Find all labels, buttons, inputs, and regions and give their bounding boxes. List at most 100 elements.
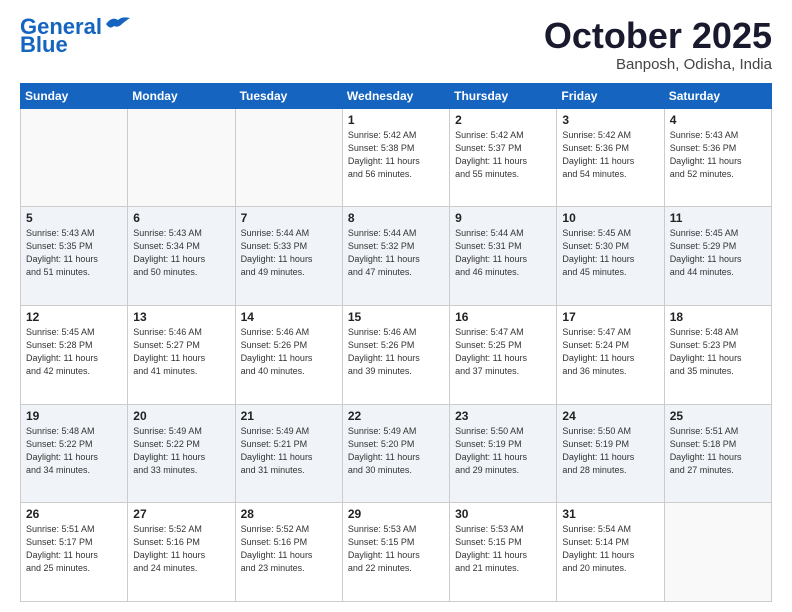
location: Banposh, Odisha, India (544, 56, 772, 73)
weekday-thursday: Thursday (450, 83, 557, 108)
day-details: Sunrise: 5:49 AM Sunset: 5:20 PM Dayligh… (348, 425, 444, 477)
month-title: October 2025 (544, 16, 772, 56)
day-number: 18 (670, 310, 766, 324)
day-details: Sunrise: 5:43 AM Sunset: 5:36 PM Dayligh… (670, 129, 766, 181)
day-cell-4: 4 Sunrise: 5:43 AM Sunset: 5:36 PM Daylig… (664, 108, 771, 207)
day-cell-10: 10 Sunrise: 5:45 AM Sunset: 5:30 PM Dayli… (557, 207, 664, 306)
day-cell-20: 20Sunrise: 5:49 AM Sunset: 5:22 PM Dayli… (128, 404, 235, 503)
day-number: 9 (455, 211, 551, 225)
day-cell-21: 21 Sunrise: 5:49 AM Sunset: 5:21 PM Dayli… (235, 404, 342, 503)
day-details: Sunrise: 5:48 AM Sunset: 5:22 PM Dayligh… (26, 425, 122, 477)
day-details: Sunrise: 5:45 AM Sunset: 5:28 PM Dayligh… (26, 326, 122, 378)
day-cell-17: 17Sunrise: 5:47 AM Sunset: 5:24 PM Dayli… (557, 305, 664, 404)
weekday-header-row: SundayMondayTuesdayWednesdayThursdayFrid… (21, 83, 772, 108)
day-details: Sunrise: 5:54 AM Sunset: 5:14 PM Dayligh… (562, 523, 658, 575)
day-cell-12: 12 Sunrise: 5:45 AM Sunset: 5:28 PM Dayli… (21, 305, 128, 404)
day-cell-15: 15 Sunrise: 5:46 AM Sunset: 5:26 PM Dayli… (342, 305, 449, 404)
day-cell-7: 7 Sunrise: 5:44 AM Sunset: 5:33 PM Daylig… (235, 207, 342, 306)
day-details: Sunrise: 5:43 AM Sunset: 5:35 PM Dayligh… (26, 227, 122, 279)
day-details: Sunrise: 5:45 AM Sunset: 5:30 PM Dayligh… (562, 227, 658, 279)
day-cell-3: 3 Sunrise: 5:42 AM Sunset: 5:36 PM Daylig… (557, 108, 664, 207)
day-cell-9: 9Sunrise: 5:44 AM Sunset: 5:31 PM Daylig… (450, 207, 557, 306)
weekday-sunday: Sunday (21, 83, 128, 108)
week-row-1: 1 Sunrise: 5:42 AM Sunset: 5:38 PM Daylig… (21, 108, 772, 207)
day-cell-29: 29Sunrise: 5:53 AM Sunset: 5:15 PM Dayli… (342, 503, 449, 602)
logo: General Blue (20, 16, 132, 56)
day-number: 10 (562, 211, 658, 225)
day-number: 15 (348, 310, 444, 324)
day-details: Sunrise: 5:43 AM Sunset: 5:34 PM Dayligh… (133, 227, 229, 279)
day-cell-18: 18 Sunrise: 5:48 AM Sunset: 5:23 PM Dayli… (664, 305, 771, 404)
day-details: Sunrise: 5:49 AM Sunset: 5:21 PM Dayligh… (241, 425, 337, 477)
week-row-5: 26Sunrise: 5:51 AM Sunset: 5:17 PM Dayli… (21, 503, 772, 602)
week-row-2: 5 Sunrise: 5:43 AM Sunset: 5:35 PM Daylig… (21, 207, 772, 306)
day-details: Sunrise: 5:42 AM Sunset: 5:38 PM Dayligh… (348, 129, 444, 181)
weekday-monday: Monday (128, 83, 235, 108)
day-details: Sunrise: 5:44 AM Sunset: 5:33 PM Dayligh… (241, 227, 337, 279)
day-number: 28 (241, 507, 337, 521)
day-number: 13 (133, 310, 229, 324)
day-details: Sunrise: 5:42 AM Sunset: 5:36 PM Dayligh… (562, 129, 658, 181)
day-number: 16 (455, 310, 551, 324)
day-details: Sunrise: 5:46 AM Sunset: 5:26 PM Dayligh… (348, 326, 444, 378)
day-cell-22: 22Sunrise: 5:49 AM Sunset: 5:20 PM Dayli… (342, 404, 449, 503)
logo-bird-icon (104, 14, 132, 34)
day-number: 26 (26, 507, 122, 521)
day-details: Sunrise: 5:53 AM Sunset: 5:15 PM Dayligh… (455, 523, 551, 575)
empty-cell (21, 108, 128, 207)
day-number: 7 (241, 211, 337, 225)
weekday-tuesday: Tuesday (235, 83, 342, 108)
day-number: 19 (26, 409, 122, 423)
day-details: Sunrise: 5:42 AM Sunset: 5:37 PM Dayligh… (455, 129, 551, 181)
day-cell-27: 27 Sunrise: 5:52 AM Sunset: 5:16 PM Dayli… (128, 503, 235, 602)
page: General Blue October 2025 Banposh, Odish… (0, 0, 792, 612)
day-number: 27 (133, 507, 229, 521)
day-cell-14: 14 Sunrise: 5:46 AM Sunset: 5:26 PM Dayli… (235, 305, 342, 404)
day-details: Sunrise: 5:53 AM Sunset: 5:15 PM Dayligh… (348, 523, 444, 575)
day-details: Sunrise: 5:44 AM Sunset: 5:32 PM Dayligh… (348, 227, 444, 279)
day-number: 11 (670, 211, 766, 225)
day-cell-13: 13 Sunrise: 5:46 AM Sunset: 5:27 PM Dayli… (128, 305, 235, 404)
day-details: Sunrise: 5:46 AM Sunset: 5:27 PM Dayligh… (133, 326, 229, 378)
day-cell-24: 24Sunrise: 5:50 AM Sunset: 5:19 PM Dayli… (557, 404, 664, 503)
day-details: Sunrise: 5:51 AM Sunset: 5:18 PM Dayligh… (670, 425, 766, 477)
day-number: 4 (670, 113, 766, 127)
day-number: 14 (241, 310, 337, 324)
title-block: October 2025 Banposh, Odisha, India (544, 16, 772, 73)
day-cell-19: 19 Sunrise: 5:48 AM Sunset: 5:22 PM Dayli… (21, 404, 128, 503)
day-cell-28: 28 Sunrise: 5:52 AM Sunset: 5:16 PM Dayli… (235, 503, 342, 602)
day-cell-25: 25 Sunrise: 5:51 AM Sunset: 5:18 PM Dayli… (664, 404, 771, 503)
week-row-3: 12 Sunrise: 5:45 AM Sunset: 5:28 PM Dayli… (21, 305, 772, 404)
weekday-saturday: Saturday (664, 83, 771, 108)
day-number: 21 (241, 409, 337, 423)
day-number: 3 (562, 113, 658, 127)
day-number: 5 (26, 211, 122, 225)
day-details: Sunrise: 5:48 AM Sunset: 5:23 PM Dayligh… (670, 326, 766, 378)
day-details: Sunrise: 5:47 AM Sunset: 5:25 PM Dayligh… (455, 326, 551, 378)
weekday-wednesday: Wednesday (342, 83, 449, 108)
header: General Blue October 2025 Banposh, Odish… (20, 16, 772, 73)
day-number: 24 (562, 409, 658, 423)
day-cell-8: 8 Sunrise: 5:44 AM Sunset: 5:32 PM Daylig… (342, 207, 449, 306)
day-number: 25 (670, 409, 766, 423)
day-cell-11: 11Sunrise: 5:45 AM Sunset: 5:29 PM Dayli… (664, 207, 771, 306)
empty-cell (235, 108, 342, 207)
day-number: 23 (455, 409, 551, 423)
day-number: 30 (455, 507, 551, 521)
day-number: 1 (348, 113, 444, 127)
day-cell-23: 23Sunrise: 5:50 AM Sunset: 5:19 PM Dayli… (450, 404, 557, 503)
day-number: 17 (562, 310, 658, 324)
day-cell-30: 30 Sunrise: 5:53 AM Sunset: 5:15 PM Dayli… (450, 503, 557, 602)
day-details: Sunrise: 5:52 AM Sunset: 5:16 PM Dayligh… (241, 523, 337, 575)
day-cell-5: 5 Sunrise: 5:43 AM Sunset: 5:35 PM Daylig… (21, 207, 128, 306)
week-row-4: 19 Sunrise: 5:48 AM Sunset: 5:22 PM Dayli… (21, 404, 772, 503)
day-details: Sunrise: 5:52 AM Sunset: 5:16 PM Dayligh… (133, 523, 229, 575)
day-number: 8 (348, 211, 444, 225)
day-number: 12 (26, 310, 122, 324)
logo-blue: Blue (20, 34, 68, 56)
day-cell-16: 16 Sunrise: 5:47 AM Sunset: 5:25 PM Dayli… (450, 305, 557, 404)
day-cell-1: 1 Sunrise: 5:42 AM Sunset: 5:38 PM Daylig… (342, 108, 449, 207)
day-cell-2: 2Sunrise: 5:42 AM Sunset: 5:37 PM Daylig… (450, 108, 557, 207)
day-number: 31 (562, 507, 658, 521)
day-details: Sunrise: 5:46 AM Sunset: 5:26 PM Dayligh… (241, 326, 337, 378)
